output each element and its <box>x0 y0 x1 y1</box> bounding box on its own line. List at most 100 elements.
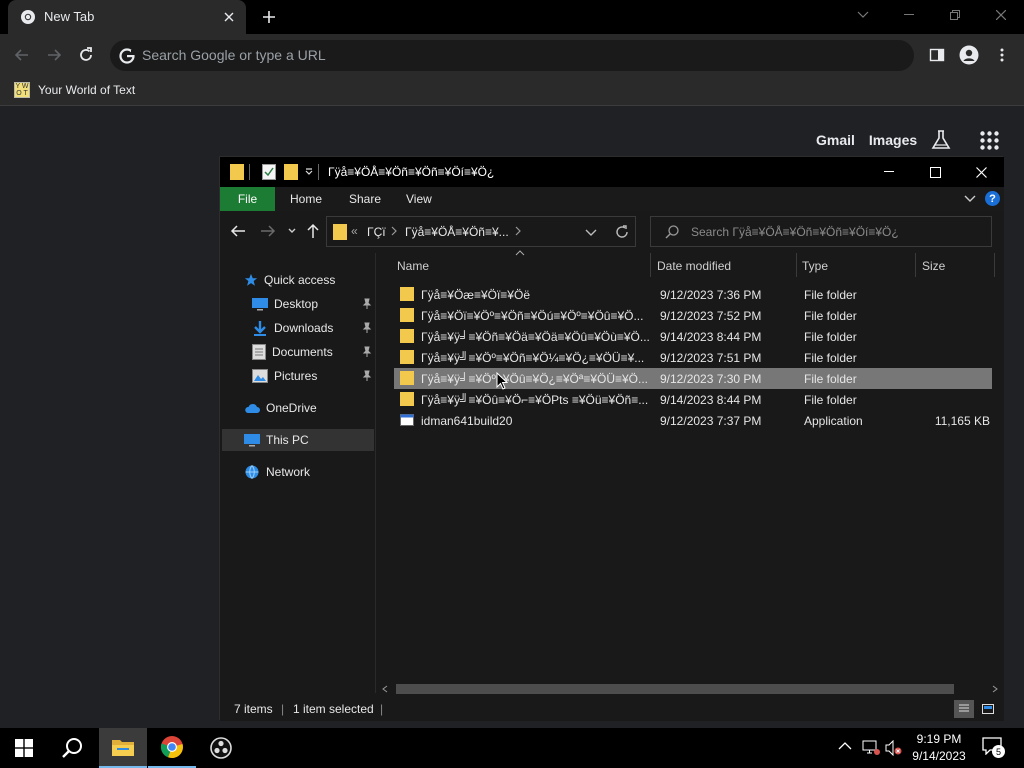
chrome-taskbar-icon[interactable] <box>148 728 196 768</box>
ribbon-tab-home[interactable]: Home <box>290 192 322 206</box>
column-separator[interactable] <box>994 253 995 277</box>
pin-icon <box>362 322 372 334</box>
reload-icon[interactable] <box>75 44 97 66</box>
horizontal-scrollbar[interactable] <box>378 681 1004 697</box>
explorer-search-box[interactable]: Search Γÿå≡¥ÖÅ≡¥Öñ≡¥Öñ≡¥Öí≡¥Ö¿ <box>650 216 992 247</box>
tab-search-icon[interactable] <box>840 0 886 30</box>
file-row-selected[interactable]: Γÿå≡¥ÿ╛≡¥Öº≡¥Öû≡¥Ö¿≡¥Öª≡¥ÖÜ≡¥Ö... 9/12/2… <box>394 368 992 390</box>
file-row[interactable]: Γÿå≡¥ÿ╝≡¥Öº≡¥Öñ≡¥Ö¼≡¥Ö¿≡¥ÖÜ≡¥... 9/12/20… <box>394 347 992 368</box>
omnibox[interactable]: Search Google or type a URL <box>110 40 914 71</box>
download-arrow-icon <box>252 320 268 336</box>
omnibox-placeholder: Search Google or type a URL <box>142 47 326 63</box>
new-tab-button[interactable] <box>258 6 280 28</box>
column-name[interactable]: Name <box>397 259 429 273</box>
network-tray-icon[interactable] <box>862 740 880 756</box>
folder-icon <box>400 308 414 322</box>
tab-close-icon[interactable] <box>220 8 238 26</box>
explorer-maximize-icon[interactable] <box>912 162 958 182</box>
menu-dots-icon[interactable] <box>991 44 1013 66</box>
column-size[interactable]: Size <box>922 259 945 273</box>
notification-center-icon[interactable]: 5 <box>982 737 1006 759</box>
address-bar[interactable]: « ΓÇï Γÿå≡¥ÖÅ≡¥Öñ≡¥... <box>326 216 636 247</box>
ribbon-expand-icon[interactable] <box>964 195 976 203</box>
bookmarks-bar: Y WO T Your World of Text <box>0 76 1024 106</box>
file-type: Application <box>804 414 863 428</box>
images-link[interactable]: Images <box>869 132 917 148</box>
large-icons-view-icon[interactable] <box>978 700 998 718</box>
side-panel-icon[interactable] <box>926 44 948 66</box>
tab-new-tab[interactable]: New Tab <box>8 0 246 34</box>
search-taskbar-icon[interactable] <box>48 728 96 768</box>
nav-label: Desktop <box>274 297 319 311</box>
back-arrow-icon[interactable] <box>11 44 33 66</box>
bookmark-your-world-of-text[interactable]: Y WO T Your World of Text <box>14 82 135 98</box>
restore-icon[interactable] <box>932 0 978 30</box>
notification-count: 5 <box>992 745 1005 758</box>
details-view-icon[interactable] <box>954 700 974 718</box>
status-selected: 1 item selected <box>293 702 374 716</box>
gmail-link[interactable]: Gmail <box>816 132 855 148</box>
breadcrumb-current[interactable]: Γÿå≡¥ÖÅ≡¥Öñ≡¥... <box>405 225 509 239</box>
properties-icon[interactable] <box>262 164 276 180</box>
tab-title: New Tab <box>44 9 95 24</box>
volume-muted-icon[interactable] <box>885 740 903 756</box>
ribbon-tab-view[interactable]: View <box>406 192 432 206</box>
file-row[interactable]: Γÿå≡¥ÿ╛≡¥Öñ≡¥Öä≡¥Öä≡¥Öû≡¥Öù≡¥Ö... 9/14/2… <box>394 326 992 347</box>
help-icon[interactable]: ? <box>985 191 1000 206</box>
refresh-icon[interactable] <box>615 225 629 239</box>
explorer-title-bar: Γÿå≡¥ÖÅ≡¥Öñ≡¥Öñ≡¥Öí≡¥Ö¿ <box>220 157 1004 187</box>
obs-taskbar-icon[interactable] <box>197 728 245 768</box>
nav-documents[interactable]: Documents <box>252 341 333 363</box>
breadcrumb-root[interactable]: ΓÇï <box>367 225 386 239</box>
file-date: 9/12/2023 7:52 PM <box>660 309 762 323</box>
forward-icon[interactable] <box>260 224 276 238</box>
hidden-icons-chevron-icon[interactable] <box>838 742 852 750</box>
minimize-icon[interactable] <box>886 0 932 30</box>
nav-quick-access[interactable]: Quick access <box>244 269 335 291</box>
pin-icon <box>362 370 372 382</box>
up-arrow-icon[interactable] <box>306 223 320 239</box>
nav-desktop[interactable]: Desktop <box>252 293 318 315</box>
documents-icon <box>252 344 266 360</box>
nav-network[interactable]: Network <box>244 461 310 483</box>
file-explorer-taskbar-icon[interactable] <box>99 728 147 768</box>
qat-dropdown-icon[interactable] <box>305 168 313 176</box>
profile-avatar-icon[interactable] <box>958 44 980 66</box>
column-separator[interactable] <box>915 253 916 277</box>
file-row[interactable]: idman641build20 9/12/2023 7:37 PM Applic… <box>394 410 992 431</box>
file-row[interactable]: Γÿå≡¥Öï≡¥Öº≡¥Öñ≡¥Öú≡¥Öº≡¥Öû≡¥Ö... 9/12/2… <box>394 305 992 326</box>
folder-icon <box>400 329 414 343</box>
explorer-minimize-icon[interactable] <box>866 162 912 182</box>
nav-downloads[interactable]: Downloads <box>252 317 333 339</box>
scroll-thumb[interactable] <box>396 684 954 694</box>
recent-locations-icon[interactable] <box>288 228 296 234</box>
star-icon <box>244 273 258 287</box>
labs-flask-icon[interactable] <box>930 129 952 151</box>
column-separator[interactable] <box>796 253 797 277</box>
breadcrumb-chevron-icon <box>515 226 521 236</box>
breadcrumb-overflow[interactable]: « <box>351 224 358 238</box>
ntp-links: Gmail Images <box>816 132 931 148</box>
back-icon[interactable] <box>230 224 246 238</box>
ribbon-tab-share[interactable]: Share <box>349 192 381 206</box>
file-row[interactable]: Γÿå≡¥Öæ≡¥Öï≡¥Öë 9/12/2023 7:36 PM File f… <box>394 284 992 305</box>
nav-this-pc[interactable]: This PC <box>222 429 374 451</box>
ribbon-tab-file[interactable]: File <box>220 187 275 211</box>
nav-onedrive[interactable]: OneDrive <box>244 397 317 419</box>
clock[interactable]: 9:19 PM 9/14/2023 <box>906 731 972 765</box>
column-date-modified[interactable]: Date modified <box>657 259 731 273</box>
column-type[interactable]: Type <box>802 259 828 273</box>
address-history-icon[interactable] <box>585 229 597 237</box>
file-row[interactable]: Γÿå≡¥ÿ╝≡¥Öû≡¥Ö⌐≡¥ÖPts ≡¥Öü≡¥Öñ≡... 9/14/… <box>394 389 992 410</box>
nav-pictures[interactable]: Pictures <box>252 365 317 387</box>
scroll-left-icon[interactable] <box>382 685 388 693</box>
new-folder-icon[interactable] <box>284 164 298 180</box>
close-window-icon[interactable] <box>978 0 1024 30</box>
start-button[interactable] <box>0 728 48 768</box>
file-name: idman641build20 <box>421 414 513 428</box>
apps-grid-icon[interactable] <box>980 131 999 150</box>
explorer-close-icon[interactable] <box>958 162 1004 182</box>
scroll-right-icon[interactable] <box>992 685 998 693</box>
column-separator[interactable] <box>650 253 651 277</box>
forward-arrow-icon[interactable] <box>43 44 65 66</box>
